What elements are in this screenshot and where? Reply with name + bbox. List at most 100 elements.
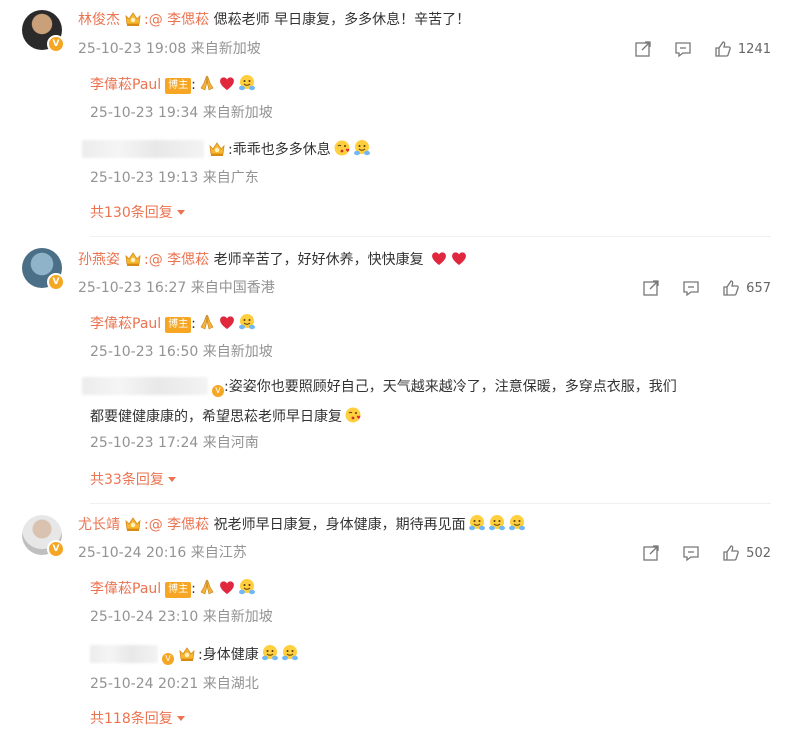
comment-icon[interactable] bbox=[682, 279, 700, 297]
share-icon[interactable] bbox=[642, 279, 660, 297]
like-count: 657 bbox=[746, 280, 771, 296]
chevron-down-icon bbox=[176, 716, 185, 721]
kiss-emoji-icon bbox=[333, 139, 351, 157]
heart-emoji-icon bbox=[218, 578, 236, 596]
reply-text: :身体健康 bbox=[198, 647, 259, 663]
pray-emoji-icon bbox=[198, 74, 216, 92]
comment-text: 祝老师早日康复，身体健康，期待再见面 bbox=[209, 517, 466, 533]
verified-badge-icon: V bbox=[47, 273, 65, 291]
like-icon[interactable] bbox=[714, 40, 732, 58]
blurred-username bbox=[90, 645, 158, 663]
pray-emoji-icon bbox=[198, 578, 216, 596]
comment-actions: 1241 bbox=[612, 40, 771, 58]
comment-meta: 25-10-23 19:08 来自新加坡 bbox=[78, 41, 261, 57]
owner-badge: 博主 bbox=[165, 317, 192, 333]
comment-mention[interactable]: :@ 李偲菘 bbox=[144, 517, 209, 533]
more-replies-label: 共33条回复 bbox=[90, 472, 164, 488]
comment-icon[interactable] bbox=[682, 544, 700, 562]
comment-actions: 502 bbox=[620, 544, 771, 562]
reply-item: 李偉菘Paul 博主: bbox=[90, 578, 256, 599]
reply-text: :乖乖也多多休息 bbox=[228, 142, 331, 158]
divider bbox=[90, 236, 771, 237]
chevron-down-icon bbox=[176, 210, 185, 215]
hug-emoji-icon bbox=[238, 74, 256, 92]
more-replies-label: 共130条回复 bbox=[90, 205, 173, 221]
hug-emoji-icon bbox=[488, 514, 506, 532]
chevron-down-icon bbox=[167, 477, 176, 482]
reply-meta: 25-10-23 19:34 来自新加坡 bbox=[90, 105, 273, 121]
crown-icon bbox=[208, 141, 226, 157]
reply-meta: 25-10-24 23:10 来自新加坡 bbox=[90, 609, 273, 625]
reply-meta: 25-10-23 17:24 来自河南 bbox=[90, 435, 259, 451]
verified-badge-icon: V bbox=[212, 385, 224, 397]
hug-emoji-icon bbox=[508, 514, 526, 532]
crown-icon bbox=[124, 516, 142, 532]
comment-mention[interactable]: :@ 李偲菘 bbox=[144, 12, 209, 28]
like-count: 1241 bbox=[737, 41, 771, 57]
heart-emoji-icon bbox=[218, 313, 236, 331]
comment-meta: 25-10-23 16:27 来自中国香港 bbox=[78, 280, 275, 296]
reply-item: :乖乖也多多休息 bbox=[82, 139, 371, 160]
owner-badge: 博主 bbox=[165, 582, 192, 598]
heart-emoji-icon bbox=[218, 74, 236, 92]
divider bbox=[90, 503, 771, 504]
reply-meta: 25-10-24 20:21 来自湖北 bbox=[90, 676, 259, 692]
reply-author[interactable]: 李偉菘Paul bbox=[90, 581, 161, 597]
reply-item: V:姿姿你也要照顾好自己，天气越来越冷了，注意保暖，多穿点衣服，我们 bbox=[82, 377, 677, 397]
comment-author[interactable]: 孙燕姿 bbox=[78, 252, 120, 268]
reply-meta: 25-10-23 19:13 来自广东 bbox=[90, 170, 259, 186]
avatar[interactable]: V bbox=[22, 515, 65, 558]
owner-badge: 博主 bbox=[165, 78, 192, 94]
like-icon[interactable] bbox=[722, 544, 740, 562]
verified-badge-icon: V bbox=[162, 653, 174, 665]
comment-header: 林俊杰 :@ 李偲菘 偲菘老师 早日康复，多多休息！辛苦了！ bbox=[78, 10, 470, 30]
share-icon[interactable] bbox=[642, 544, 660, 562]
reply-author[interactable]: 李偉菘Paul bbox=[90, 316, 161, 332]
share-icon[interactable] bbox=[634, 40, 652, 58]
hug-emoji-icon bbox=[281, 644, 299, 662]
comment-text: 老师辛苦了，好好休养，快快康复 bbox=[209, 252, 424, 268]
comment-header: 尤长靖 :@ 李偲菘 祝老师早日康复，身体健康，期待再见面 bbox=[78, 514, 526, 535]
hug-emoji-icon bbox=[353, 139, 371, 157]
comment-header: 孙燕姿 :@ 李偲菘 老师辛苦了，好好休养，快快康复 bbox=[78, 249, 468, 270]
blurred-username bbox=[82, 377, 208, 395]
crown-icon bbox=[124, 251, 142, 267]
blurred-username bbox=[82, 140, 204, 158]
comment-meta: 25-10-24 20:16 来自江苏 bbox=[78, 545, 247, 561]
reply-text-line2: 都要健健康康的，希望思菘老师早日康复 bbox=[90, 409, 342, 425]
hug-emoji-icon bbox=[238, 578, 256, 596]
crown-icon bbox=[124, 11, 142, 27]
more-replies-label: 共118条回复 bbox=[90, 711, 173, 727]
reply-text-continued: 都要健健康康的，希望思菘老师早日康复 bbox=[90, 406, 362, 427]
comment-icon[interactable] bbox=[674, 40, 692, 58]
avatar[interactable]: V bbox=[22, 10, 65, 53]
like-count: 502 bbox=[746, 545, 771, 561]
verified-badge-icon: V bbox=[47, 35, 65, 53]
heart-emoji-icon bbox=[430, 249, 448, 267]
reply-item: V :身体健康 bbox=[90, 644, 299, 665]
comment-author[interactable]: 尤长靖 bbox=[78, 517, 120, 533]
more-replies-link[interactable]: 共130条回复 bbox=[90, 203, 185, 223]
comment-actions: 657 bbox=[620, 279, 771, 297]
comment-text: 偲菘老师 早日康复，多多休息！辛苦了！ bbox=[209, 12, 471, 28]
comment-author[interactable]: 林俊杰 bbox=[78, 12, 120, 28]
hug-emoji-icon bbox=[468, 514, 486, 532]
like-icon[interactable] bbox=[722, 279, 740, 297]
comment-list: V 林俊杰 :@ 李偲菘 偲菘老师 早日康复，多多休息！辛苦了！ 25-10-23… bbox=[0, 0, 791, 737]
verified-badge-icon: V bbox=[47, 540, 65, 558]
heart-emoji-icon bbox=[450, 249, 468, 267]
avatar[interactable]: V bbox=[22, 248, 65, 291]
kiss-emoji-icon bbox=[344, 406, 362, 424]
pray-emoji-icon bbox=[198, 313, 216, 331]
comment-mention[interactable]: :@ 李偲菘 bbox=[144, 252, 209, 268]
hug-emoji-icon bbox=[261, 644, 279, 662]
reply-meta: 25-10-23 16:50 来自新加坡 bbox=[90, 344, 273, 360]
reply-item: 李偉菘Paul 博主: bbox=[90, 313, 256, 334]
more-replies-link[interactable]: 共118条回复 bbox=[90, 709, 185, 729]
hug-emoji-icon bbox=[238, 313, 256, 331]
more-replies-link[interactable]: 共33条回复 bbox=[90, 470, 176, 490]
crown-icon bbox=[178, 646, 196, 662]
reply-item: 李偉菘Paul 博主: bbox=[90, 74, 256, 95]
reply-text: :姿姿你也要照顾好自己，天气越来越冷了，注意保暖，多穿点衣服，我们 bbox=[224, 379, 677, 395]
reply-author[interactable]: 李偉菘Paul bbox=[90, 77, 161, 93]
